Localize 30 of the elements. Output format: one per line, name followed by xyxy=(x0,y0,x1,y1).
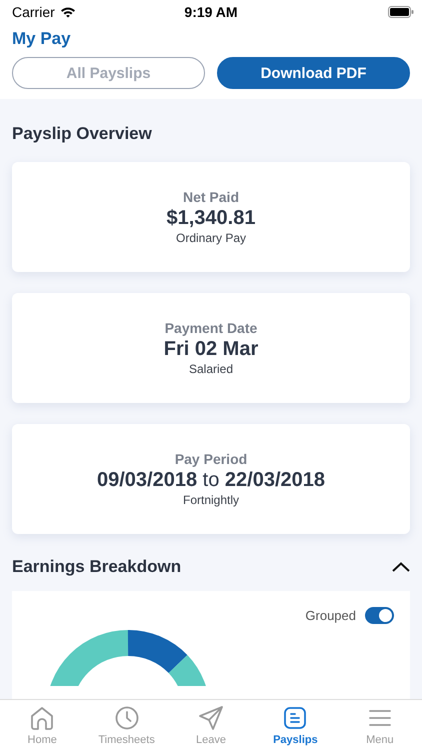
card-label: Net Paid xyxy=(182,189,239,205)
card-note: Fortnightly xyxy=(182,493,240,507)
tab-item[interactable]: Payslips xyxy=(253,700,338,750)
tab-item[interactable]: Home xyxy=(0,700,84,750)
tab-item[interactable]: Timesheets xyxy=(84,700,169,750)
battery-icon xyxy=(388,6,414,18)
card-value: 09/03/2018 to 22/03/2018 xyxy=(96,469,325,492)
carrier-label: Carrier xyxy=(12,4,55,20)
section-title: Earnings Breakdown xyxy=(12,557,182,577)
card-note: Ordinary Pay xyxy=(176,231,246,245)
card-value: Fri 02 Mar xyxy=(164,338,258,361)
paper-plane-icon xyxy=(198,704,224,730)
document-icon xyxy=(282,704,308,730)
card-label: Payment Date xyxy=(164,320,258,336)
tab-item[interactable]: Menu xyxy=(338,700,422,750)
page-title: My Pay xyxy=(12,29,72,49)
wifi-icon xyxy=(60,6,76,18)
status-time: 9:19 AM xyxy=(184,4,238,20)
tab-item[interactable]: Leave xyxy=(168,700,254,750)
download-button[interactable]: Download PDF xyxy=(217,57,410,89)
home-icon xyxy=(29,704,56,730)
payslips-button[interactable]: All Payslips xyxy=(12,57,205,89)
card-label: Pay Period xyxy=(174,451,248,467)
chevron-icon[interactable] xyxy=(392,562,410,572)
section-title: Payslip Overview xyxy=(12,124,153,144)
grouped-toggle[interactable] xyxy=(365,607,394,624)
clock-icon xyxy=(114,704,140,730)
toggle-label: Grouped xyxy=(305,608,356,623)
card-note: Salaried xyxy=(188,362,234,376)
card-value: $1,340.81 xyxy=(166,207,256,230)
